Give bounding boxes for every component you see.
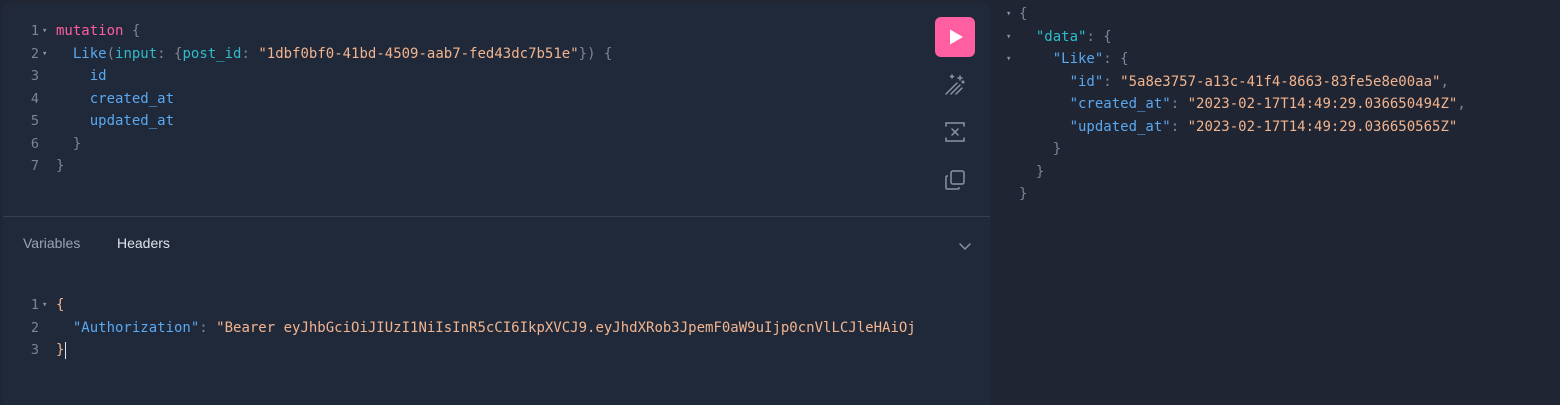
code-text: }	[56, 133, 81, 155]
code-token: :	[1103, 73, 1121, 90]
code-token: }	[56, 158, 65, 174]
code-token: "Bearer eyJhbGciOiJIUzI1NiIsInR5cCI6IkpX…	[216, 319, 916, 336]
fold-toggle-icon[interactable]: ▾	[1006, 3, 1011, 26]
code-token: "2023-02-17T14:49:29.036650565Z"	[1187, 118, 1458, 135]
code-text: {	[1019, 3, 1027, 26]
code-text: }	[56, 155, 64, 177]
code-token: ,	[1457, 96, 1466, 112]
code-token: (	[106, 45, 116, 62]
editor-divider	[3, 216, 990, 217]
graphiql-app: 1 ▾ mutation {2 ▾ Like(input: {post_id: "1d…	[0, 0, 1560, 405]
code-token: }	[56, 342, 65, 358]
code-token: Like	[56, 45, 107, 62]
code-text: "id": "5a8e3757-a13c-41f4-8663-83fe5e8e0…	[1019, 71, 1449, 94]
prettify-button[interactable]	[943, 73, 967, 97]
code-token: "created_at"	[1069, 96, 1171, 112]
tab-headers[interactable]: Headers	[117, 235, 170, 251]
code-token: "updated_at"	[1069, 118, 1171, 135]
code-token: }	[1019, 186, 1028, 202]
query-editor[interactable]: 1 ▾ mutation {2 ▾ Like(input: {post_id: "1d…	[3, 3, 990, 216]
code-token: updated_at	[56, 113, 175, 129]
run-query-button[interactable]	[935, 17, 975, 57]
line-number: 2	[30, 319, 39, 336]
code-text: "updated_at": "2023-02-17T14:49:29.03665…	[1019, 116, 1458, 139]
code-token: ,	[1440, 73, 1449, 90]
line-number: 6	[30, 135, 39, 152]
code-token: :	[199, 319, 217, 336]
fold-toggle-icon[interactable]: ▾	[1006, 26, 1011, 49]
merge-fragments-button[interactable]	[943, 120, 967, 144]
code-text: id	[56, 65, 107, 87]
code-token: {	[56, 297, 65, 313]
code-text: }	[1019, 161, 1044, 184]
line-number: 3	[30, 342, 39, 358]
code-token: }	[1019, 141, 1062, 157]
headers-editor[interactable]: 1 ▾ {2 "Authorization": "Bearer eyJhbGciOi…	[3, 289, 990, 379]
code-token: :	[241, 45, 259, 62]
code-token: : {	[1086, 28, 1112, 45]
text-cursor	[65, 341, 67, 359]
play-icon	[950, 29, 963, 45]
code-token: post_id	[182, 45, 242, 62]
code-text: Like(input: {post_id: "1dbf0bf0-41bd-450…	[56, 43, 613, 65]
code-token: "id"	[1069, 73, 1104, 90]
chevron-down-icon	[959, 243, 971, 251]
line-number: 1	[30, 23, 39, 39]
code-token: :	[1170, 118, 1188, 135]
code-text: created_at	[56, 88, 174, 110]
copy-icon	[945, 170, 965, 190]
line-number: 1	[30, 297, 39, 313]
fold-toggle-icon[interactable]: ▾	[42, 294, 47, 316]
line-number: 2	[30, 45, 39, 62]
code-text: {	[56, 294, 64, 316]
code-token: }) {	[578, 45, 613, 62]
code-token: "5a8e3757-a13c-41f4-8663-83fe5e8e00aa"	[1120, 73, 1441, 90]
magic-wand-icon	[945, 74, 965, 95]
code-token: id	[56, 68, 107, 84]
code-text: updated_at	[56, 110, 174, 132]
code-token: "Authorization"	[56, 319, 200, 336]
toggle-editor-tools-button[interactable]	[956, 237, 974, 255]
code-token: }	[56, 135, 82, 152]
line-number: 5	[30, 113, 39, 129]
tab-variables[interactable]: Variables	[23, 235, 80, 251]
code-token: {	[1019, 6, 1028, 22]
merge-fragments-icon	[945, 122, 965, 142]
code-token: mutation	[56, 23, 124, 39]
line-number: 7	[30, 158, 39, 174]
code-token: input	[115, 45, 158, 62]
code-token: created_at	[56, 90, 175, 107]
code-token: :	[1170, 96, 1188, 112]
code-text: }	[1019, 138, 1061, 161]
code-text: "data": {	[1019, 26, 1112, 49]
line-number: 3	[30, 68, 39, 84]
code-token: "2023-02-17T14:49:29.036650494Z"	[1187, 96, 1458, 112]
code-text: mutation {	[56, 20, 140, 42]
response-viewer: ▾{▾ "data": {▾ "Like": { "id": "5a8e3757…	[992, 0, 1560, 405]
code-text: }	[56, 339, 67, 361]
fold-toggle-icon[interactable]: ▾	[42, 43, 47, 65]
code-token: }	[1019, 163, 1045, 180]
code-text: "created_at": "2023-02-17T14:49:29.03665…	[1019, 93, 1466, 116]
fold-toggle-icon[interactable]: ▾	[1006, 48, 1011, 71]
code-text: }	[1019, 183, 1027, 206]
code-token: : {	[157, 45, 183, 62]
line-number: 4	[30, 90, 39, 107]
code-token: "data"	[1035, 28, 1087, 45]
code-token: {	[123, 23, 141, 39]
copy-query-button[interactable]	[943, 168, 967, 192]
code-token: "1dbf0bf0-41bd-4509-aab7-fed43dc7b51e"	[258, 45, 579, 62]
fold-toggle-icon[interactable]: ▾	[42, 20, 47, 42]
code-text: "Like": {	[1019, 48, 1129, 71]
code-text: "Authorization": "Bearer eyJhbGciOiJIUzI…	[56, 317, 916, 339]
code-token: "Like"	[1052, 51, 1104, 67]
editor-panel: 1 ▾ mutation {2 ▾ Like(input: {post_id: "1d…	[3, 3, 990, 405]
code-token: : {	[1103, 51, 1129, 67]
